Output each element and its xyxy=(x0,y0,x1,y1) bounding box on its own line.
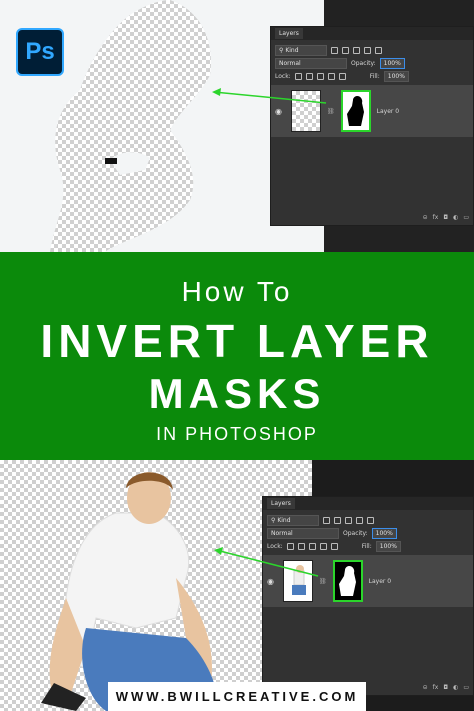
lock-label: Lock: xyxy=(275,73,291,80)
lock-brush-icon[interactable] xyxy=(297,543,305,550)
layers-footer: ⊝ fx ◘ ◐ ▭ xyxy=(423,684,469,691)
lock-artboard-icon[interactable] xyxy=(319,543,327,550)
fx-icon[interactable]: fx xyxy=(433,214,439,221)
search-icon: ⚲ xyxy=(279,47,284,54)
filter-row: ⚲ Kind xyxy=(271,44,473,57)
fx-icon[interactable]: fx xyxy=(433,684,439,691)
smart-object-filter-icon[interactable] xyxy=(375,47,382,54)
filter-row: ⚲ Kind xyxy=(263,514,473,527)
filter-kind-label: Kind xyxy=(277,517,291,524)
lock-brush-icon[interactable] xyxy=(305,73,313,80)
layers-tab-bar: Layers xyxy=(271,27,473,40)
lock-pixels-icon[interactable] xyxy=(294,73,302,80)
top-screenshot: Ps Layers ⚲ Kind Normal Opacity: 100% Lo… xyxy=(0,0,474,252)
layer-thumbnail[interactable] xyxy=(283,560,313,602)
mask-icon[interactable]: ◘ xyxy=(443,684,448,691)
lock-all-icon[interactable] xyxy=(330,543,338,550)
folder-icon[interactable]: ▭ xyxy=(463,214,469,221)
blend-mode-select[interactable]: Normal xyxy=(275,58,347,69)
lock-all-icon[interactable] xyxy=(338,73,346,80)
layers-panel-bottom: Layers ⚲ Kind Normal Opacity: 100% Lock:… xyxy=(262,496,474,696)
filter-kind-select[interactable]: ⚲ Kind xyxy=(267,515,319,526)
title-line-2: INVERT LAYER xyxy=(40,315,434,367)
eye-icon[interactable]: ◉ xyxy=(275,107,285,116)
blend-row: Normal Opacity: 100% xyxy=(271,57,473,70)
eye-icon[interactable]: ◉ xyxy=(267,577,277,586)
fill-input[interactable]: 100% xyxy=(375,541,401,552)
title-line-4: IN PHOTOSHOP xyxy=(156,424,318,444)
adjustment-icon[interactable]: ◐ xyxy=(453,214,458,221)
layer-row[interactable]: ◉ ⛓ Layer 0 xyxy=(263,555,473,607)
blend-row: Normal Opacity: 100% xyxy=(263,527,473,540)
adjustment-icon[interactable]: ◐ xyxy=(453,684,458,691)
pixel-filter-icon[interactable] xyxy=(323,517,330,524)
adjustment-filter-icon[interactable] xyxy=(342,47,349,54)
title-line-3: MASKS xyxy=(148,370,326,417)
photoshop-logo-text: Ps xyxy=(25,38,55,65)
masked-silhouette xyxy=(50,0,211,252)
chain-link-icon[interactable]: ⛓ xyxy=(319,578,327,585)
shape-filter-icon[interactable] xyxy=(356,517,363,524)
folder-icon[interactable]: ▭ xyxy=(463,684,469,691)
title-line-1: How To xyxy=(181,276,293,307)
website-url[interactable]: WWW.BWILLCREATIVE.COM xyxy=(108,682,366,711)
layer-name[interactable]: Layer 0 xyxy=(377,108,399,115)
pixel-filter-icon[interactable] xyxy=(331,47,338,54)
shape-filter-icon[interactable] xyxy=(364,47,371,54)
layer-row[interactable]: ◉ ⛓ Layer 0 xyxy=(271,85,473,137)
photoshop-logo: Ps xyxy=(16,28,64,76)
layers-panel-top: Layers ⚲ Kind Normal Opacity: 100% Lock:… xyxy=(270,26,474,226)
chain-link-icon[interactable]: ⛓ xyxy=(327,108,335,115)
type-filter-icon[interactable] xyxy=(353,47,360,54)
opacity-label: Opacity: xyxy=(351,60,376,67)
filter-kind-select[interactable]: ⚲ Kind xyxy=(275,45,327,56)
opacity-label: Opacity: xyxy=(343,530,368,537)
layers-tab-bar: Layers xyxy=(263,497,473,510)
smart-object-filter-icon[interactable] xyxy=(367,517,374,524)
layer-mask-thumbnail-inverted[interactable] xyxy=(332,560,363,602)
bottom-screenshot: Layers ⚲ Kind Normal Opacity: 100% Lock:… xyxy=(0,460,474,711)
blend-mode-select[interactable]: Normal xyxy=(267,528,339,539)
layers-tab[interactable]: Layers xyxy=(275,28,303,39)
link-icon[interactable]: ⊝ xyxy=(423,214,428,221)
title-banner: How To INVERT LAYER MASKS IN PHOTOSHOP xyxy=(0,252,474,460)
lock-move-icon[interactable] xyxy=(308,543,316,550)
layers-footer: ⊝ fx ◘ ◐ ▭ xyxy=(423,214,469,221)
lock-label: Lock: xyxy=(267,543,283,550)
mask-silhouette-black xyxy=(346,96,364,126)
lock-row: Lock: Fill: 100% xyxy=(271,70,473,83)
layer-name[interactable]: Layer 0 xyxy=(369,578,391,585)
lock-row: Lock: Fill: 100% xyxy=(263,540,473,553)
filter-kind-label: Kind xyxy=(285,47,299,54)
link-icon[interactable]: ⊝ xyxy=(423,684,428,691)
layer-mask-thumbnail[interactable] xyxy=(340,90,371,132)
fill-label: Fill: xyxy=(369,73,380,80)
opacity-input[interactable]: 100% xyxy=(371,528,397,539)
layer-thumbnail[interactable] xyxy=(291,90,321,132)
fill-input[interactable]: 100% xyxy=(383,71,409,82)
lock-move-icon[interactable] xyxy=(316,73,324,80)
fill-label: Fill: xyxy=(361,543,372,550)
type-filter-icon[interactable] xyxy=(345,517,352,524)
mask-silhouette-white xyxy=(338,566,356,596)
thumbnail-person xyxy=(292,565,306,595)
adjustment-filter-icon[interactable] xyxy=(334,517,341,524)
layers-tab[interactable]: Layers xyxy=(267,498,295,509)
mask-icon[interactable]: ◘ xyxy=(443,214,448,221)
model-photo xyxy=(41,472,217,711)
search-icon: ⚲ xyxy=(271,517,276,524)
opacity-input[interactable]: 100% xyxy=(379,58,405,69)
lock-artboard-icon[interactable] xyxy=(327,73,335,80)
lock-pixels-icon[interactable] xyxy=(286,543,294,550)
